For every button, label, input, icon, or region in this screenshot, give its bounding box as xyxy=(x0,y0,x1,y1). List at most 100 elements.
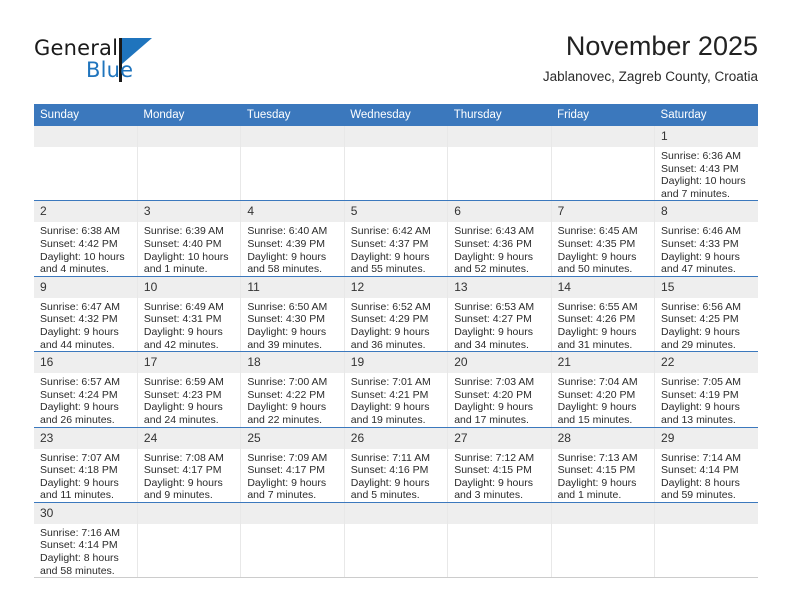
day-number xyxy=(448,126,551,147)
calendar-day-cell-empty xyxy=(34,126,138,202)
day-sun-info: Sunrise: 6:53 AM Sunset: 4:27 PM Daylight:… xyxy=(448,298,550,351)
calendar-day-cell[interactable]: 6 Sunrise: 6:43 AM Sunset: 4:36 PM Daylight… xyxy=(447,200,552,277)
calendar-day-cell[interactable]: 12 Sunrise: 6:52 AM Sunset: 4:29 PM Dayligh… xyxy=(344,276,449,353)
day-number: 10 xyxy=(137,276,241,298)
calendar-day-cell[interactable]: 3 Sunrise: 6:39 AM Sunset: 4:40 PM Daylight… xyxy=(137,200,242,277)
calendar-day-cell[interactable]: 27 Sunrise: 7:12 AM Sunset: 4:15 PM Dayligh… xyxy=(447,427,552,503)
day-number: 21 xyxy=(551,352,655,374)
sunrise-text: Sunrise: 6:59 AM xyxy=(143,376,224,389)
calendar-day-cell[interactable]: 23 Sunrise: 7:07 AM Sunset: 4:18 PM Dayligh… xyxy=(34,427,138,503)
sunrise-text: Sunrise: 6:43 AM xyxy=(454,225,535,238)
day-number: 28 xyxy=(551,427,655,449)
calendar-page: General Blue November 2025 Jablanovec, Z… xyxy=(0,0,792,612)
calendar-day-cell[interactable]: 13 Sunrise: 6:53 AM Sunset: 4:27 PM Dayligh… xyxy=(447,276,552,353)
daylight-text: Daylight: 9 hours and 55 minutes. xyxy=(350,250,430,276)
sunset-text: Sunset: 4:15 PM xyxy=(454,464,532,477)
sunset-text: Sunset: 4:26 PM xyxy=(557,313,636,326)
sunrise-text: Sunrise: 7:04 AM xyxy=(557,376,638,389)
sunset-text: Sunset: 4:25 PM xyxy=(661,313,739,326)
day-sun-info: Sunrise: 7:13 AM Sunset: 4:15 PM Daylight:… xyxy=(552,449,654,502)
sunrise-sunset-calendar-table: Sunday Monday Tuesday Wednesday Thursday… xyxy=(34,104,758,579)
day-number: 30 xyxy=(34,502,137,524)
calendar-day-cell[interactable]: 8 Sunrise: 6:46 AM Sunset: 4:33 PM Daylight… xyxy=(654,200,758,277)
sunset-text: Sunset: 4:30 PM xyxy=(247,313,325,326)
logo-text-general: General xyxy=(34,36,119,60)
day-number: 15 xyxy=(655,276,758,298)
calendar-day-cell[interactable]: 17 Sunrise: 6:59 AM Sunset: 4:23 PM Dayligh… xyxy=(137,351,242,428)
sunrise-text: Sunrise: 6:49 AM xyxy=(143,300,224,313)
calendar-day-cell[interactable]: 24 Sunrise: 7:08 AM Sunset: 4:17 PM Dayligh… xyxy=(137,427,242,503)
day-sun-info: Sunrise: 6:36 AM Sunset: 4:43 PM Daylight:… xyxy=(655,147,758,200)
day-sun-info: Sunrise: 7:05 AM Sunset: 4:19 PM Daylight:… xyxy=(655,373,758,426)
calendar-day-cell[interactable]: 15 Sunrise: 6:56 AM Sunset: 4:25 PM Dayligh… xyxy=(654,276,758,353)
day-sun-info: Sunrise: 6:50 AM Sunset: 4:30 PM Daylight:… xyxy=(241,298,343,351)
title-block: November 2025 Jablanovec, Zagreb County,… xyxy=(543,30,758,85)
sunrise-text: Sunrise: 6:50 AM xyxy=(247,300,328,313)
sunset-text: Sunset: 4:31 PM xyxy=(143,313,222,326)
day-sun-info: Sunrise: 6:49 AM Sunset: 4:31 PM Daylight:… xyxy=(138,298,240,351)
sunset-text: Sunset: 4:24 PM xyxy=(40,388,118,401)
sunset-text: Sunset: 4:29 PM xyxy=(350,313,429,326)
calendar-day-cell[interactable]: 1 Sunrise: 6:36 AM Sunset: 4:43 PM Daylight… xyxy=(654,126,758,202)
sunrise-text: Sunrise: 7:07 AM xyxy=(40,451,120,464)
sunrise-text: Sunrise: 7:03 AM xyxy=(454,376,535,389)
calendar-day-cell[interactable]: 14 Sunrise: 6:55 AM Sunset: 4:26 PM Dayligh… xyxy=(551,276,656,353)
day-number xyxy=(551,126,655,147)
calendar-day-cell[interactable]: 28 Sunrise: 7:13 AM Sunset: 4:15 PM Dayligh… xyxy=(551,427,656,503)
daylight-text: Daylight: 9 hours and 17 minutes. xyxy=(454,401,533,426)
sunset-text: Sunset: 4:17 PM xyxy=(143,464,222,477)
calendar-week-row: 2 Sunrise: 6:38 AM Sunset: 4:42 PM Daylight… xyxy=(34,200,758,277)
daylight-text: Daylight: 9 hours and 24 minutes. xyxy=(143,401,223,426)
day-number: 1 xyxy=(655,126,758,147)
weekday-header-row: Sunday Monday Tuesday Wednesday Thursday… xyxy=(34,104,758,126)
calendar-day-cell[interactable]: 18 Sunrise: 7:00 AM Sunset: 4:22 PM Dayligh… xyxy=(240,351,345,428)
sunrise-text: Sunrise: 7:12 AM xyxy=(454,451,535,464)
calendar-day-cell-empty xyxy=(551,126,656,202)
calendar-day-cell[interactable]: 26 Sunrise: 7:11 AM Sunset: 4:16 PM Dayligh… xyxy=(344,427,449,503)
daylight-text: Daylight: 9 hours and 7 minutes. xyxy=(247,476,327,502)
sunset-text: Sunset: 4:40 PM xyxy=(143,237,222,250)
calendar-day-cell[interactable]: 2 Sunrise: 6:38 AM Sunset: 4:42 PM Daylight… xyxy=(34,200,138,277)
day-number: 9 xyxy=(34,276,137,298)
sunset-text: Sunset: 4:21 PM xyxy=(350,388,429,401)
calendar-day-cell[interactable]: 29 Sunrise: 7:14 AM Sunset: 4:14 PM Dayligh… xyxy=(654,427,758,503)
day-number xyxy=(137,126,241,147)
calendar-day-cell[interactable]: 19 Sunrise: 7:01 AM Sunset: 4:21 PM Dayligh… xyxy=(344,351,449,428)
weekday-header-tuesday: Tuesday xyxy=(240,104,345,126)
daylight-text: Daylight: 9 hours and 31 minutes. xyxy=(557,325,637,351)
day-sun-info: Sunrise: 6:40 AM Sunset: 4:39 PM Daylight:… xyxy=(241,222,343,275)
sunrise-text: Sunrise: 7:09 AM xyxy=(247,451,328,464)
day-sun-info: Sunrise: 6:43 AM Sunset: 4:36 PM Daylight:… xyxy=(448,222,550,275)
calendar-day-cell[interactable]: 5 Sunrise: 6:42 AM Sunset: 4:37 PM Daylight… xyxy=(344,200,449,277)
sunrise-text: Sunrise: 6:55 AM xyxy=(557,300,638,313)
day-number: 20 xyxy=(448,352,551,374)
calendar-day-cell[interactable]: 22 Sunrise: 7:05 AM Sunset: 4:19 PM Dayligh… xyxy=(654,351,758,428)
calendar-week-row: 1 Sunrise: 6:36 AM Sunset: 4:43 PM Daylight… xyxy=(34,126,758,202)
calendar-day-cell[interactable]: 21 Sunrise: 7:04 AM Sunset: 4:20 PM Dayligh… xyxy=(551,351,656,428)
sunset-text: Sunset: 4:27 PM xyxy=(454,313,532,326)
calendar-day-cell[interactable]: 30 Sunrise: 7:16 AM Sunset: 4:14 PM Dayligh… xyxy=(34,502,138,579)
day-number xyxy=(448,502,551,524)
daylight-text: Daylight: 10 hours and 1 minute. xyxy=(143,250,229,276)
sunset-text: Sunset: 4:20 PM xyxy=(454,388,532,401)
day-sun-info: Sunrise: 7:01 AM Sunset: 4:21 PM Daylight:… xyxy=(345,373,447,426)
calendar-day-cell[interactable]: 25 Sunrise: 7:09 AM Sunset: 4:17 PM Dayligh… xyxy=(240,427,345,503)
calendar-day-cell[interactable]: 11 Sunrise: 6:50 AM Sunset: 4:30 PM Dayligh… xyxy=(240,276,345,353)
calendar-day-cell[interactable]: 20 Sunrise: 7:03 AM Sunset: 4:20 PM Dayligh… xyxy=(447,351,552,428)
day-sun-info: Sunrise: 7:08 AM Sunset: 4:17 PM Daylight:… xyxy=(138,449,240,502)
daylight-text: Daylight: 10 hours and 4 minutes. xyxy=(40,250,125,276)
calendar-day-cell[interactable]: 16 Sunrise: 6:57 AM Sunset: 4:24 PM Dayligh… xyxy=(34,351,138,428)
calendar-day-cell-empty xyxy=(137,502,242,579)
daylight-text: Daylight: 9 hours and 52 minutes. xyxy=(454,250,533,276)
day-number xyxy=(34,126,137,147)
day-number: 12 xyxy=(344,276,448,298)
sunset-text: Sunset: 4:35 PM xyxy=(557,237,636,250)
calendar-body: 1 Sunrise: 6:36 AM Sunset: 4:43 PM Daylight… xyxy=(34,126,758,579)
calendar-day-cell[interactable]: 10 Sunrise: 6:49 AM Sunset: 4:31 PM Dayligh… xyxy=(137,276,242,353)
calendar-day-cell[interactable]: 4 Sunrise: 6:40 AM Sunset: 4:39 PM Daylight… xyxy=(240,200,345,277)
weekday-header-sunday: Sunday xyxy=(34,104,138,126)
calendar-day-cell[interactable]: 9 Sunrise: 6:47 AM Sunset: 4:32 PM Daylight… xyxy=(34,276,138,353)
calendar-day-cell-empty xyxy=(137,126,242,202)
general-blue-logo[interactable]: General Blue xyxy=(34,36,234,88)
calendar-day-cell[interactable]: 7 Sunrise: 6:45 AM Sunset: 4:35 PM Daylight… xyxy=(551,200,656,277)
